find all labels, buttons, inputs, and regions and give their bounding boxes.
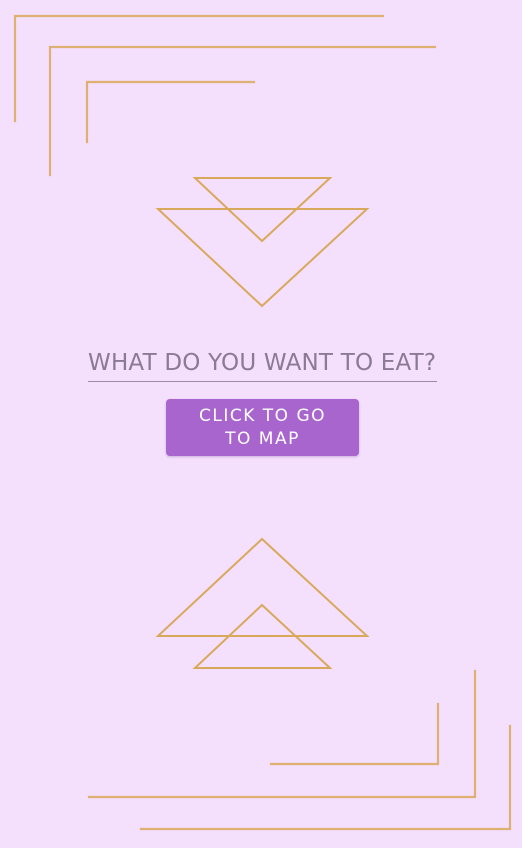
food-search-input[interactable] <box>88 344 437 381</box>
top-large-triangle <box>155 208 370 308</box>
bottom-right-bracket-outer <box>139 724 512 831</box>
top-triangle-ornament <box>155 177 370 308</box>
bottom-right-gold-frame <box>87 669 512 831</box>
top-left-bracket-middle <box>48 45 437 177</box>
food-search-field[interactable] <box>88 344 437 382</box>
go-to-map-button[interactable]: CLICK TO GO TO MAP <box>166 399 359 456</box>
bottom-large-triangle <box>155 537 370 637</box>
bottom-right-bracket-inner <box>269 702 440 766</box>
bottom-triangle-ornament <box>155 537 370 669</box>
bottom-right-bracket-middle <box>87 669 477 799</box>
top-left-bracket-inner <box>85 80 256 144</box>
top-left-gold-frame <box>13 14 437 177</box>
top-left-bracket-outer <box>13 14 385 123</box>
